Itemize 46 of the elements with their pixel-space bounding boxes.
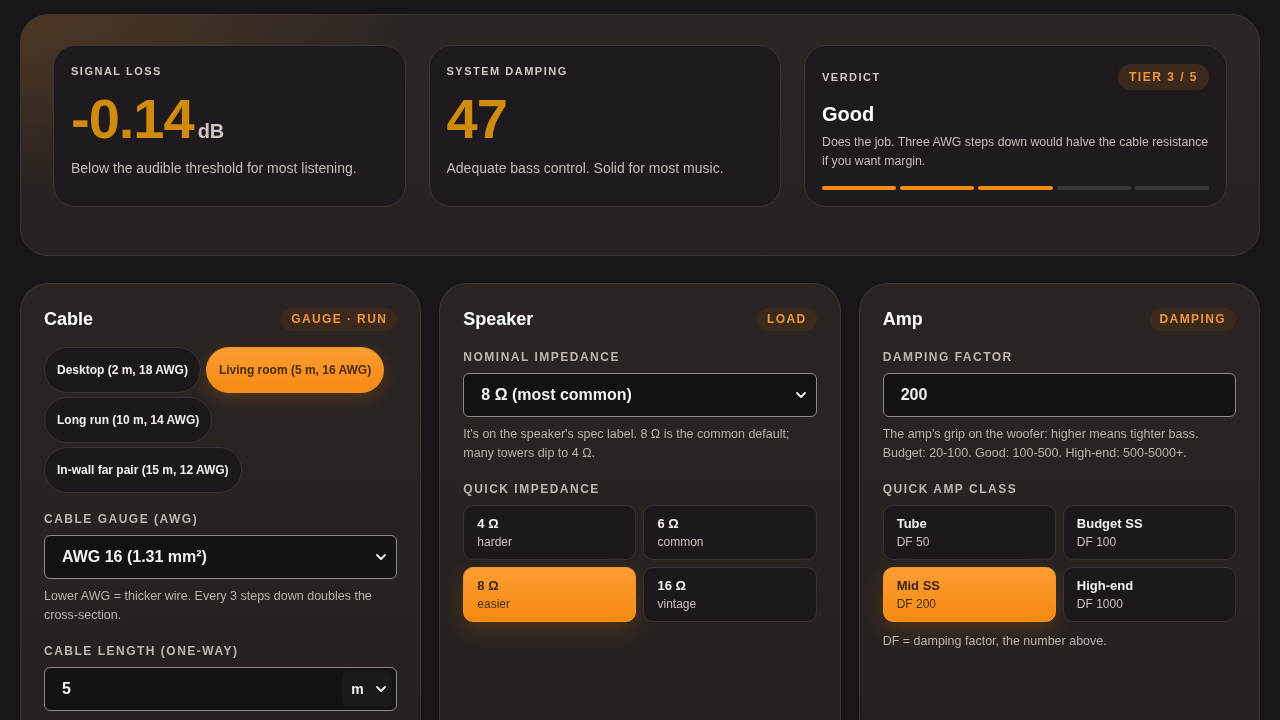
field-hint: Lower AWG = thicker wire. Every 3 steps down doubles the cross-section. — [44, 588, 373, 624]
verdict-label: VERDICT — [822, 70, 881, 84]
preset-tile[interactable]: Mid SS DF 200 — [882, 567, 1056, 622]
chevron-down-icon — [376, 554, 387, 560]
preset-chip[interactable]: In-wall far pair (15 m, 12 AWG) — [44, 447, 242, 493]
preset-tile[interactable]: 4 Ω harder — [463, 505, 637, 560]
panel-badge: LOAD — [757, 307, 817, 331]
stat-value: 47 — [446, 88, 507, 150]
panel-title: Speaker — [463, 308, 534, 330]
preset-tile[interactable]: Budget SS DF 100 — [1062, 505, 1236, 560]
stat-label: SIGNAL LOSS — [71, 64, 162, 78]
preset-tile[interactable]: Tube DF 50 — [882, 505, 1056, 560]
field-label: DAMPING FACTOR — [882, 350, 1014, 364]
field-label: QUICK IMPEDANCE — [463, 482, 601, 496]
field-label: CABLE LENGTH (ONE-WAY) — [44, 644, 240, 658]
panel-title: Cable — [44, 308, 94, 330]
field-hint: The amp's grip on the woofer: higher means tighter bass. Budget: 20-100. Good: 100-500. High-end: 500-5000+. — [882, 426, 1200, 462]
stat-description: Below the audible threshold for most listening. — [71, 159, 357, 177]
preset-chip[interactable]: Long run (10 m, 14 AWG) — [44, 397, 213, 443]
stat-description: Adequate bass control. Solid for most music. — [446, 159, 724, 177]
chevron-down-icon — [795, 392, 806, 398]
preset-tile[interactable]: 8 Ω easier — [463, 567, 637, 622]
stat-unit: dB — [197, 120, 225, 143]
field-label: QUICK AMP CLASS — [882, 482, 1019, 496]
verdict-description: Does the job. Three AWG steps down would halve the cable resistance if you want margin. — [822, 134, 1209, 170]
stat-label: SYSTEM DAMPING — [446, 64, 568, 78]
footnote: DF = damping factor, the number above. — [882, 633, 1108, 650]
number-field[interactable]: 200 — [882, 373, 1236, 417]
tier-badge: TIER 3 / 5 — [1117, 64, 1209, 90]
field-hint: It's on the speaker's spec label. 8 Ω is the common default; many towers dip to 4 Ω. — [463, 426, 791, 462]
panel-badge: GAUGE · RUN — [281, 307, 398, 331]
dropdown-select[interactable]: 8 Ω (most common) — [463, 373, 817, 417]
panel-badge: DAMPING — [1149, 307, 1236, 331]
preset-tile[interactable]: 16 Ω vintage — [643, 567, 817, 622]
stat-value: -0.14 — [71, 88, 194, 150]
chevron-down-icon — [376, 686, 387, 692]
preset-chip[interactable]: Desktop (2 m, 18 AWG) — [44, 347, 201, 393]
panel-title: Amp — [882, 308, 923, 330]
verdict-title: Good — [822, 102, 875, 126]
unit-select[interactable]: m — [342, 671, 393, 707]
preset-tile[interactable]: 6 Ω common — [643, 505, 817, 560]
preset-tile[interactable]: High-end DF 1000 — [1062, 567, 1236, 622]
preset-chip[interactable]: Living room (5 m, 16 AWG) — [205, 347, 385, 393]
field-label: NOMINAL IMPEDANCE — [463, 350, 621, 364]
field-label: CABLE GAUGE (AWG) — [44, 512, 200, 526]
dropdown-select[interactable]: AWG 16 (1.31 mm²) — [44, 535, 398, 579]
